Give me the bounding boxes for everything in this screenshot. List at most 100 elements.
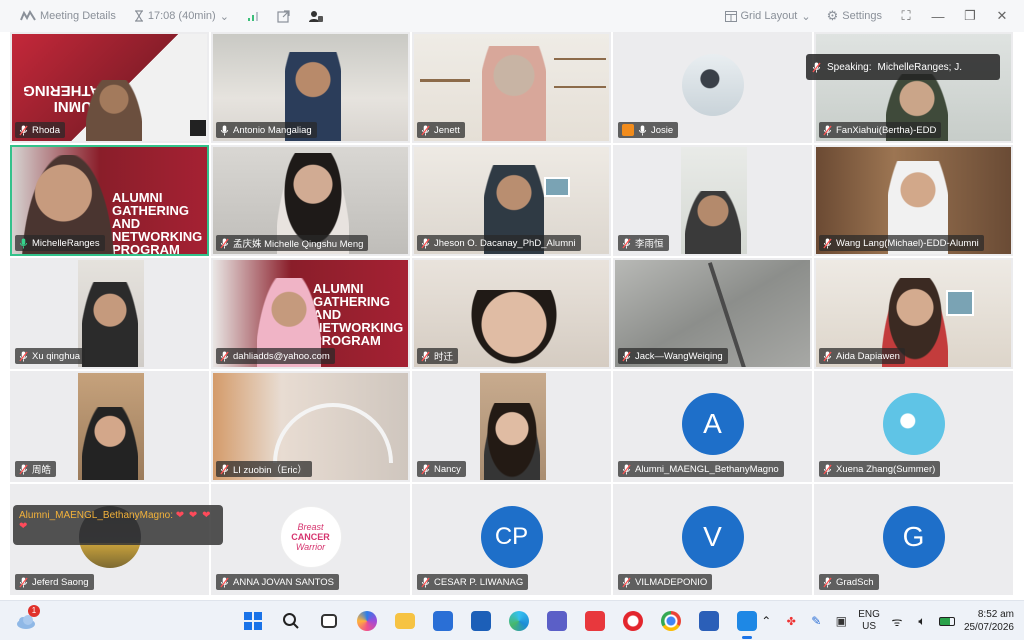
- taskbar-apps: [238, 606, 762, 639]
- search-icon: [283, 613, 299, 629]
- participant-name: MichelleRanges: [32, 237, 100, 249]
- weather-widget[interactable]: 1: [14, 605, 40, 633]
- speaker-icon: 🔈︎: [918, 613, 926, 628]
- language-indicator[interactable]: ENG US: [858, 609, 880, 633]
- mic-muted-icon: [823, 577, 832, 588]
- participant-name: Xu qinghua: [32, 350, 81, 362]
- participant-tile[interactable]: ALUMNI GATHERING Rhoda: [10, 32, 209, 143]
- chrome-button[interactable]: [656, 606, 686, 636]
- participant-label: Wang Lang(Michael)-EDD-Alumni: [819, 235, 984, 251]
- meeting-details-button[interactable]: Meeting Details: [14, 4, 122, 28]
- close-button[interactable]: ✕: [988, 4, 1016, 28]
- participant-tile[interactable]: Jenett: [412, 32, 611, 143]
- participant-tile[interactable]: CP CESAR P. LIWANAG: [412, 484, 611, 595]
- slide-line: PROGRAM: [112, 242, 180, 256]
- participant-tile[interactable]: Jack—WangWeiqing: [613, 258, 812, 369]
- security-button[interactable]: [302, 4, 330, 28]
- participant-label: 时迁: [417, 348, 459, 364]
- signal-quality[interactable]: [241, 4, 265, 28]
- participant-name: dahliadds@yahoo.com: [233, 350, 330, 362]
- chevron-up-icon: ⌃: [761, 614, 772, 628]
- speaking-label: Speaking:: [827, 61, 872, 73]
- region-code: US: [862, 621, 877, 632]
- file-explorer-button[interactable]: [390, 606, 420, 636]
- chat-notification[interactable]: Alumni_MAENGL_BethanyMagno: ❤ ❤ ❤ ❤: [13, 505, 223, 545]
- folder-icon: [395, 613, 415, 629]
- participant-tile[interactable]: 时迁: [412, 258, 611, 369]
- close-icon: ✕: [996, 8, 1008, 23]
- participant-name: Alumni_MAENGL_BethanyMagno: [635, 463, 779, 475]
- participant-label: 周皓: [15, 461, 57, 477]
- participant-tile[interactable]: Nancy: [412, 371, 611, 482]
- word-button[interactable]: [694, 606, 724, 636]
- participant-name: Antonio Mangaliag: [233, 124, 312, 136]
- participant-tile[interactable]: G GradSch: [814, 484, 1013, 595]
- clock[interactable]: 8:52 am 25/07/2026: [964, 608, 1014, 634]
- edge-button[interactable]: [504, 606, 534, 636]
- participant-tile[interactable]: Xuena Zhang(Summer): [814, 371, 1013, 482]
- participant-tile[interactable]: FanXiahui(Bertha)-EDD: [814, 32, 1013, 143]
- participant-tile[interactable]: Wang Lang(Michael)-EDD-Alumni: [814, 145, 1013, 256]
- search-button[interactable]: [276, 606, 306, 636]
- volume-button[interactable]: 🔈︎: [914, 613, 930, 629]
- start-button[interactable]: [238, 606, 268, 636]
- timer-label: 17:08 (40min): [147, 10, 216, 22]
- host-icon: [622, 124, 634, 136]
- chevron-down-icon: ⌄: [219, 10, 229, 23]
- task-view-button[interactable]: [314, 606, 344, 636]
- notes-app-button[interactable]: [466, 606, 496, 636]
- participant-tile[interactable]: Josie: [613, 32, 812, 143]
- settings-button[interactable]: ⚙ Settings: [821, 4, 888, 28]
- store-icon: [433, 611, 453, 631]
- participant-name: Wang Lang(Michael)-EDD-Alumni: [836, 237, 979, 249]
- copilot-button[interactable]: [352, 606, 382, 636]
- participant-tile[interactable]: Aida Dapiawen: [814, 258, 1013, 369]
- mic-muted-icon: [19, 351, 28, 362]
- chat-sender: Alumni_MAENGL_BethanyMagno:: [19, 510, 173, 521]
- tray-pen-icon[interactable]: ✎: [808, 613, 824, 629]
- participant-tile[interactable]: A Alumni_MAENGL_BethanyMagno: [613, 371, 812, 482]
- participant-name: Jack—WangWeiqing: [635, 350, 723, 362]
- restore-button[interactable]: ❐: [956, 4, 984, 28]
- share-window-button[interactable]: [271, 4, 296, 28]
- participant-label: Jheson O. Dacanay_PhD_Alumni: [417, 235, 581, 251]
- participant-tile[interactable]: 李雨恒: [613, 145, 812, 256]
- wps-office-button[interactable]: [580, 606, 610, 636]
- store-button[interactable]: [428, 606, 458, 636]
- minimize-button[interactable]: —: [924, 4, 952, 28]
- meeting-timer[interactable]: 17:08 (40min) ⌄: [128, 4, 235, 28]
- wifi-button[interactable]: ᯤ: [889, 613, 905, 629]
- teams-button[interactable]: [542, 606, 572, 636]
- fullscreen-button[interactable]: ⛶: [892, 4, 920, 28]
- grid-layout-button[interactable]: Grid Layout ⌄: [719, 4, 817, 28]
- participant-tile[interactable]: ALUMNI GATHERING AND NETWORKING PROGRAM …: [211, 258, 410, 369]
- tray-app-icon[interactable]: ✤: [783, 613, 799, 629]
- clock-date: 25/07/2026: [963, 622, 1014, 633]
- participant-label: Antonio Mangaliag: [216, 122, 317, 138]
- participant-label: GradSch: [819, 574, 879, 590]
- participant-tile[interactable]: LI zuobin（Eric）: [211, 371, 410, 482]
- participant-tile[interactable]: 孟庆姝 Michelle Qingshu Meng: [211, 145, 410, 256]
- participant-tile[interactable]: Jheson O. Dacanay_PhD_Alumni: [412, 145, 611, 256]
- participant-avatar-initial: G: [882, 506, 945, 569]
- app-tray-icon: ✤: [786, 615, 796, 628]
- slide-line: PROGRAM: [313, 333, 381, 348]
- opera-icon: [623, 611, 643, 631]
- task-view-icon: [321, 614, 337, 628]
- participant-tile[interactable]: Breast CANCER Warrior ANNA JOVAN SANTOS: [211, 484, 410, 595]
- participant-tile[interactable]: 周皓: [10, 371, 209, 482]
- show-hidden-icons-button[interactable]: ⌃: [758, 613, 774, 629]
- battery-button[interactable]: [938, 613, 955, 629]
- participant-tile[interactable]: Antonio Mangaliag: [211, 32, 410, 143]
- tray-meeting-icon[interactable]: ▣: [833, 613, 849, 629]
- participant-tile-active-speaker[interactable]: ALUMNI GATHERING AND NETWORKING PROGRAM …: [10, 145, 209, 256]
- opera-button[interactable]: [618, 606, 648, 636]
- participant-name: VILMADEPONIO: [635, 576, 708, 588]
- meeting-details-label: Meeting Details: [40, 10, 116, 22]
- participant-tile[interactable]: V VILMADEPONIO: [613, 484, 812, 595]
- restore-icon: ❐: [964, 8, 976, 23]
- clock-time: 8:52 am: [977, 609, 1014, 620]
- participant-name: 李雨恒: [635, 239, 664, 250]
- avatar-text: Warrior: [295, 542, 326, 553]
- participant-tile[interactable]: Xu qinghua: [10, 258, 209, 369]
